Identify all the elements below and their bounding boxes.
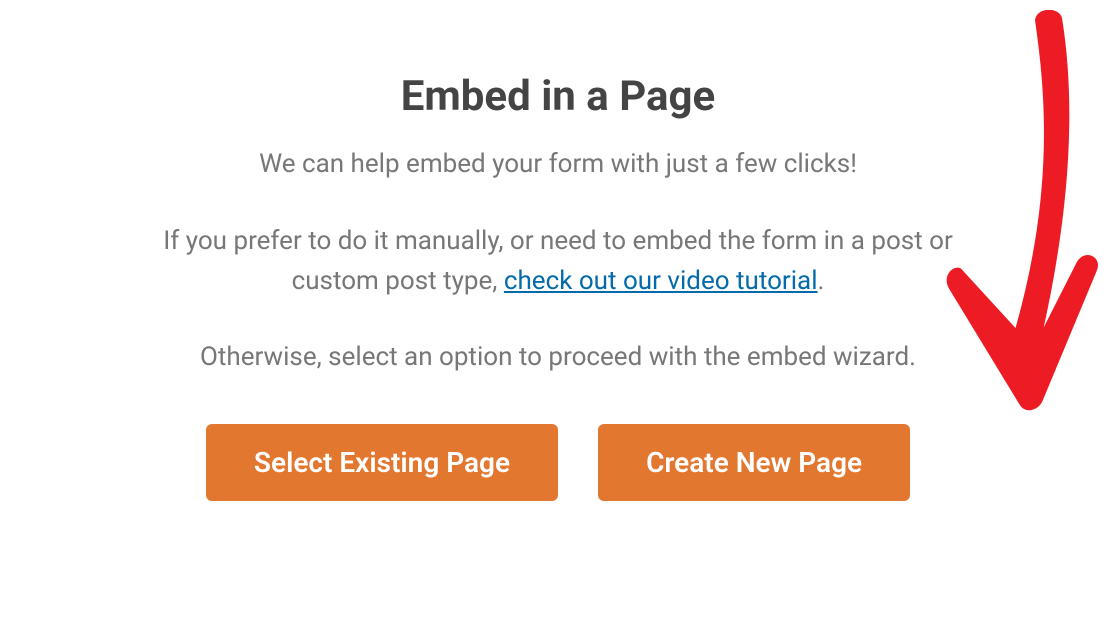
modal-footer-text: Otherwise, select an option to proceed w… [0, 342, 1116, 372]
modal-title: Embed in a Page [0, 72, 1116, 121]
video-tutorial-link[interactable]: check out our video tutorial [504, 266, 818, 296]
create-new-page-button[interactable]: Create New Page [598, 424, 910, 501]
embed-modal: Embed in a Page We can help embed your f… [0, 0, 1116, 501]
modal-subtitle: We can help embed your form with just a … [0, 149, 1116, 179]
select-existing-page-button[interactable]: Select Existing Page [206, 424, 558, 501]
button-row: Select Existing Page Create New Page [0, 424, 1116, 501]
description-suffix: . [818, 266, 825, 296]
modal-description: If you prefer to do it manually, or need… [118, 221, 998, 302]
